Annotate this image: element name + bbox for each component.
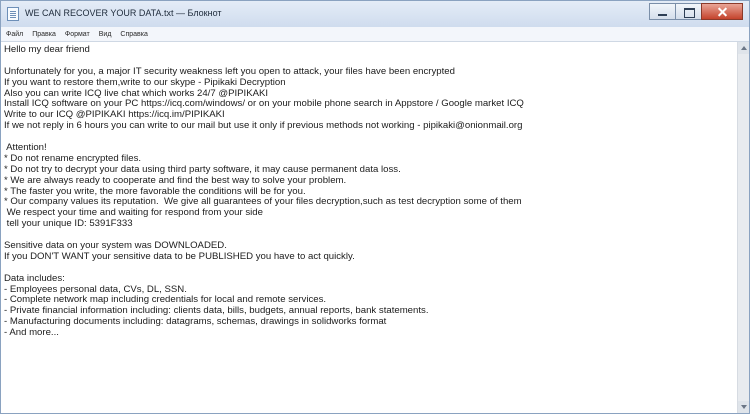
minimize-button[interactable] — [649, 3, 675, 20]
menu-file[interactable]: Файл — [6, 31, 23, 38]
text-line: If you want to restore them,write to our… — [4, 76, 286, 88]
notepad-window: WE CAN RECOVER YOUR DATA.txt — Блокнот Ф… — [0, 0, 750, 414]
menu-format[interactable]: Формат — [65, 31, 90, 38]
text-line: * We are always ready to cooperate and f… — [4, 174, 347, 186]
window-title: WE CAN RECOVER YOUR DATA.txt — Блокнот — [25, 8, 222, 18]
window-controls — [649, 3, 743, 21]
menu-edit[interactable]: Правка — [32, 31, 56, 38]
menu-bar: Файл Правка Формат Вид Справка — [1, 27, 749, 42]
text-line: Hello my dear friend — [4, 44, 90, 55]
menu-help[interactable]: Справка — [120, 31, 147, 38]
scroll-up-arrow-icon[interactable] — [738, 42, 749, 54]
menu-view[interactable]: Вид — [99, 31, 112, 38]
text-line: If you DON'T WANT your sensitive data to… — [4, 250, 355, 262]
text-line — [4, 263, 737, 274]
notepad-icon — [7, 7, 19, 21]
text-line: - Manufacturing documents including: dat… — [4, 316, 387, 328]
scroll-down-arrow-icon[interactable] — [738, 401, 749, 413]
text-line — [4, 132, 737, 143]
text-line: - And more... — [4, 327, 59, 339]
close-button[interactable] — [701, 3, 743, 20]
text-line: tell your unique ID: 5391F333 — [4, 218, 133, 230]
text-editor-area[interactable]: Hello my dear friend Unfortunately for yo… — [1, 42, 737, 413]
vertical-scrollbar[interactable] — [737, 42, 749, 413]
text-line: Data includes: — [4, 272, 65, 284]
title-bar[interactable]: WE CAN RECOVER YOUR DATA.txt — Блокнот — [1, 1, 749, 27]
maximize-button[interactable] — [675, 3, 701, 20]
text-line: If we not reply in 6 hours you can write… — [4, 120, 523, 132]
